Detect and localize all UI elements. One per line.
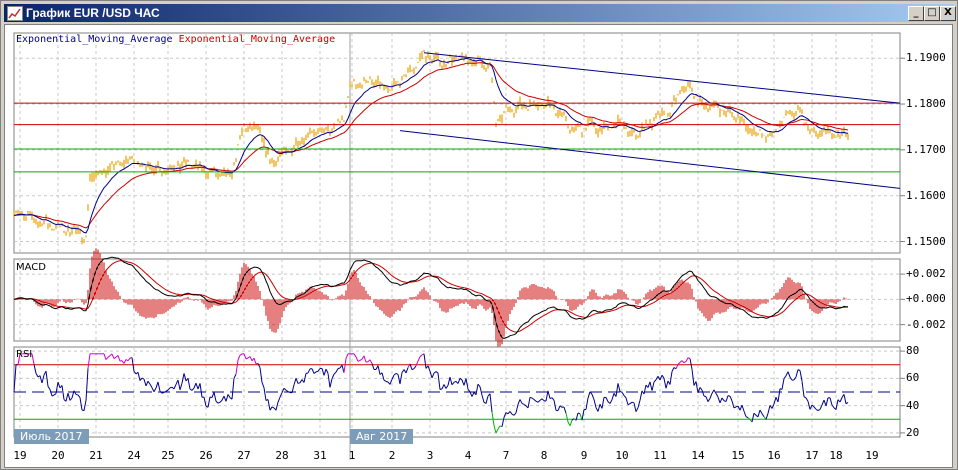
rsi-segment [337,367,341,370]
macd-panel-frame [13,258,901,342]
macd-panel-title: MACD [16,262,46,273]
x-tick-label: 27 [237,449,251,462]
x-tick-label: 8 [540,449,548,462]
rsi-y-tick-label: 20 [906,425,920,439]
rsi-segment [315,370,319,373]
rsi-segment [703,395,707,398]
main-y-tick-label: 1.1800 [906,97,946,111]
main-y-tick-label: 1.1900 [906,51,946,65]
x-tick-label: 24 [127,449,141,462]
chart-canvas[interactable] [0,0,958,470]
macd-y-tick-label: -0.002 [906,317,946,331]
x-tick-label: 19 [13,449,27,462]
x-tick-label: 2 [388,449,396,462]
legend-ema-slow[interactable]: Exponential_Moving_Average [179,34,336,45]
x-tick-label: 31 [313,449,327,462]
x-tick-label: 25 [161,449,175,462]
main-y-tick-label: 1.1700 [906,142,946,156]
month-label: Авг 2017 [350,429,414,444]
x-tick-label: 7 [502,449,510,462]
rsi-y-tick-label: 80 [906,344,920,358]
rsi-segment [439,388,443,391]
x-tick-label: 14 [691,449,705,462]
x-tick-label: 28 [275,449,289,462]
rsi-segment [169,386,173,389]
x-tick-label: 15 [731,449,745,462]
x-tick-label: 1 [348,449,356,462]
rsi-segment [631,401,635,404]
rsi-segment [577,412,581,415]
x-tick-label: 11 [653,449,667,462]
rsi-segment [75,393,79,396]
x-tick-label: 17 [805,449,819,462]
main-y-tick-label: 1.1600 [906,188,946,202]
x-tick-label: 9 [580,449,588,462]
rsi-y-tick-label: 40 [906,398,920,412]
rsi-segment [161,392,165,394]
rsi-panel-title: RSI [16,349,33,360]
x-tick-label: 20 [51,449,65,462]
x-tick-label: 21 [89,449,103,462]
x-tick-label: 4 [464,449,472,462]
macd-y-tick-label: +0.002 [906,267,946,281]
x-tick-label: 3 [426,449,434,462]
rsi-segment [727,395,731,397]
x-tick-label: 19 [865,449,879,462]
month-label: Июль 2017 [14,429,89,444]
x-tick-label: 16 [767,449,781,462]
indicator-legend: Exponential_Moving_Average Exponential_M… [16,34,335,45]
rsi-y-tick-label: 60 [906,371,920,385]
rsi-segment [297,382,301,384]
macd-y-tick-label: +0.000 [906,292,946,306]
x-tick-label: 18 [829,449,843,462]
rsi-segment [529,396,533,399]
x-tick-label: 26 [199,449,213,462]
legend-ema-fast[interactable]: Exponential_Moving_Average [16,34,173,45]
rsi-segment [385,380,389,383]
x-tick-label: 10 [615,449,629,462]
main-y-tick-label: 1.1500 [906,234,946,248]
